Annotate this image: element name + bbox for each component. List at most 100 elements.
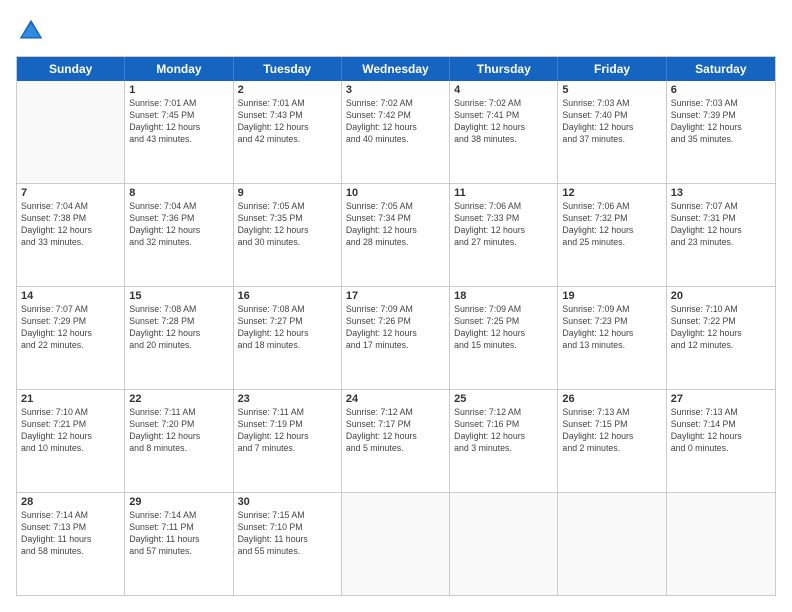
cal-row: 28Sunrise: 7:14 AM Sunset: 7:13 PM Dayli… bbox=[17, 492, 775, 595]
calendar-body: 1Sunrise: 7:01 AM Sunset: 7:45 PM Daylig… bbox=[17, 81, 775, 595]
cal-row: 21 Sunrise: 7:10 AM Sunset: 7:21 PM Dayli… bbox=[17, 389, 775, 492]
day-info: Sunrise: 7:10 AM Sunset: 7:21 PM Dayligh… bbox=[21, 407, 120, 455]
day-number: 15 bbox=[129, 290, 228, 302]
day-info: Sunrise: 7:09 AM Sunset: 7:26 PM Dayligh… bbox=[346, 304, 445, 352]
cal-cell: 30 Sunrise: 7:15 AM Sunset: 7:10 PM Dayli… bbox=[234, 493, 342, 595]
cal-cell: 23 Sunrise: 7:11 AM Sunset: 7:19 PM Dayli… bbox=[234, 390, 342, 492]
cal-cell: 10Sunrise: 7:05 AM Sunset: 7:34 PM Dayli… bbox=[342, 184, 450, 286]
cal-cell bbox=[558, 493, 666, 595]
cal-row: 14 Sunrise: 7:07 AM Sunset: 7:29 PM Dayli… bbox=[17, 286, 775, 389]
day-number: 13 bbox=[671, 187, 771, 199]
cal-cell: 21 Sunrise: 7:10 AM Sunset: 7:21 PM Dayli… bbox=[17, 390, 125, 492]
day-number: 21 bbox=[21, 393, 120, 405]
cal-cell: 11 Sunrise: 7:06 AM Sunset: 7:33 PM Dayli… bbox=[450, 184, 558, 286]
cal-cell: 27Sunrise: 7:13 AM Sunset: 7:14 PM Dayli… bbox=[667, 390, 775, 492]
calendar-header: SundayMondayTuesdayWednesdayThursdayFrid… bbox=[17, 57, 775, 81]
cal-cell: 22Sunrise: 7:11 AM Sunset: 7:20 PM Dayli… bbox=[125, 390, 233, 492]
day-info: Sunrise: 7:08 AM Sunset: 7:28 PM Dayligh… bbox=[129, 304, 228, 352]
day-info: Sunrise: 7:12 AM Sunset: 7:17 PM Dayligh… bbox=[346, 407, 445, 455]
day-info: Sunrise: 7:12 AM Sunset: 7:16 PM Dayligh… bbox=[454, 407, 553, 455]
day-number: 3 bbox=[346, 84, 445, 96]
day-number: 25 bbox=[454, 393, 553, 405]
cal-cell: 7 Sunrise: 7:04 AM Sunset: 7:38 PM Daylig… bbox=[17, 184, 125, 286]
cal-cell: 29 Sunrise: 7:14 AM Sunset: 7:11 PM Dayli… bbox=[125, 493, 233, 595]
cal-row: 7 Sunrise: 7:04 AM Sunset: 7:38 PM Daylig… bbox=[17, 183, 775, 286]
cal-header-cell: Saturday bbox=[667, 57, 775, 81]
day-number: 17 bbox=[346, 290, 445, 302]
logo-icon bbox=[16, 16, 46, 46]
day-info: Sunrise: 7:04 AM Sunset: 7:38 PM Dayligh… bbox=[21, 201, 120, 249]
cal-cell bbox=[450, 493, 558, 595]
cal-cell: 26Sunrise: 7:13 AM Sunset: 7:15 PM Dayli… bbox=[558, 390, 666, 492]
cal-cell bbox=[17, 81, 125, 183]
day-number: 20 bbox=[671, 290, 771, 302]
day-info: Sunrise: 7:03 AM Sunset: 7:40 PM Dayligh… bbox=[562, 98, 661, 146]
cal-cell: 19 Sunrise: 7:09 AM Sunset: 7:23 PM Dayli… bbox=[558, 287, 666, 389]
cal-cell: 15 Sunrise: 7:08 AM Sunset: 7:28 PM Dayli… bbox=[125, 287, 233, 389]
calendar: SundayMondayTuesdayWednesdayThursdayFrid… bbox=[16, 56, 776, 596]
day-number: 29 bbox=[129, 496, 228, 508]
day-info: Sunrise: 7:14 AM Sunset: 7:11 PM Dayligh… bbox=[129, 510, 228, 558]
day-info: Sunrise: 7:02 AM Sunset: 7:41 PM Dayligh… bbox=[454, 98, 553, 146]
day-number: 6 bbox=[671, 84, 771, 96]
cal-cell: 5 Sunrise: 7:03 AM Sunset: 7:40 PM Daylig… bbox=[558, 81, 666, 183]
day-info: Sunrise: 7:08 AM Sunset: 7:27 PM Dayligh… bbox=[238, 304, 337, 352]
cal-header-cell: Friday bbox=[558, 57, 666, 81]
cal-cell: 24 Sunrise: 7:12 AM Sunset: 7:17 PM Dayli… bbox=[342, 390, 450, 492]
day-number: 10 bbox=[346, 187, 445, 199]
day-number: 5 bbox=[562, 84, 661, 96]
day-info: Sunrise: 7:03 AM Sunset: 7:39 PM Dayligh… bbox=[671, 98, 771, 146]
cal-cell: 13 Sunrise: 7:07 AM Sunset: 7:31 PM Dayli… bbox=[667, 184, 775, 286]
day-number: 2 bbox=[238, 84, 337, 96]
cal-cell: 17 Sunrise: 7:09 AM Sunset: 7:26 PM Dayli… bbox=[342, 287, 450, 389]
day-number: 18 bbox=[454, 290, 553, 302]
page: SundayMondayTuesdayWednesdayThursdayFrid… bbox=[0, 0, 792, 612]
day-number: 11 bbox=[454, 187, 553, 199]
day-number: 19 bbox=[562, 290, 661, 302]
day-number: 9 bbox=[238, 187, 337, 199]
cal-cell: 20Sunrise: 7:10 AM Sunset: 7:22 PM Dayli… bbox=[667, 287, 775, 389]
day-number: 14 bbox=[21, 290, 120, 302]
cal-cell: 4 Sunrise: 7:02 AM Sunset: 7:41 PM Daylig… bbox=[450, 81, 558, 183]
day-number: 8 bbox=[129, 187, 228, 199]
day-number: 12 bbox=[562, 187, 661, 199]
logo bbox=[16, 16, 50, 46]
day-info: Sunrise: 7:15 AM Sunset: 7:10 PM Dayligh… bbox=[238, 510, 337, 558]
cal-cell bbox=[342, 493, 450, 595]
day-number: 30 bbox=[238, 496, 337, 508]
day-number: 23 bbox=[238, 393, 337, 405]
day-info: Sunrise: 7:01 AM Sunset: 7:43 PM Dayligh… bbox=[238, 98, 337, 146]
day-number: 4 bbox=[454, 84, 553, 96]
cal-row: 1Sunrise: 7:01 AM Sunset: 7:45 PM Daylig… bbox=[17, 81, 775, 183]
day-info: Sunrise: 7:04 AM Sunset: 7:36 PM Dayligh… bbox=[129, 201, 228, 249]
day-info: Sunrise: 7:11 AM Sunset: 7:19 PM Dayligh… bbox=[238, 407, 337, 455]
header bbox=[16, 16, 776, 46]
cal-cell: 2 Sunrise: 7:01 AM Sunset: 7:43 PM Daylig… bbox=[234, 81, 342, 183]
day-info: Sunrise: 7:09 AM Sunset: 7:25 PM Dayligh… bbox=[454, 304, 553, 352]
cal-cell: 16 Sunrise: 7:08 AM Sunset: 7:27 PM Dayli… bbox=[234, 287, 342, 389]
day-number: 24 bbox=[346, 393, 445, 405]
cal-header-cell: Sunday bbox=[17, 57, 125, 81]
cal-cell: 1Sunrise: 7:01 AM Sunset: 7:45 PM Daylig… bbox=[125, 81, 233, 183]
cal-header-cell: Wednesday bbox=[342, 57, 450, 81]
day-number: 28 bbox=[21, 496, 120, 508]
day-info: Sunrise: 7:09 AM Sunset: 7:23 PM Dayligh… bbox=[562, 304, 661, 352]
cal-cell: 14 Sunrise: 7:07 AM Sunset: 7:29 PM Dayli… bbox=[17, 287, 125, 389]
day-info: Sunrise: 7:06 AM Sunset: 7:33 PM Dayligh… bbox=[454, 201, 553, 249]
cal-cell: 9 Sunrise: 7:05 AM Sunset: 7:35 PM Daylig… bbox=[234, 184, 342, 286]
cal-cell: 3 Sunrise: 7:02 AM Sunset: 7:42 PM Daylig… bbox=[342, 81, 450, 183]
day-info: Sunrise: 7:05 AM Sunset: 7:35 PM Dayligh… bbox=[238, 201, 337, 249]
day-info: Sunrise: 7:01 AM Sunset: 7:45 PM Dayligh… bbox=[129, 98, 228, 146]
day-number: 22 bbox=[129, 393, 228, 405]
day-info: Sunrise: 7:06 AM Sunset: 7:32 PM Dayligh… bbox=[562, 201, 661, 249]
day-number: 7 bbox=[21, 187, 120, 199]
day-info: Sunrise: 7:07 AM Sunset: 7:29 PM Dayligh… bbox=[21, 304, 120, 352]
cal-cell: 8 Sunrise: 7:04 AM Sunset: 7:36 PM Daylig… bbox=[125, 184, 233, 286]
cal-cell bbox=[667, 493, 775, 595]
day-info: Sunrise: 7:02 AM Sunset: 7:42 PM Dayligh… bbox=[346, 98, 445, 146]
day-info: Sunrise: 7:13 AM Sunset: 7:15 PM Dayligh… bbox=[562, 407, 661, 455]
day-number: 16 bbox=[238, 290, 337, 302]
day-info: Sunrise: 7:13 AM Sunset: 7:14 PM Dayligh… bbox=[671, 407, 771, 455]
day-info: Sunrise: 7:07 AM Sunset: 7:31 PM Dayligh… bbox=[671, 201, 771, 249]
cal-cell: 25 Sunrise: 7:12 AM Sunset: 7:16 PM Dayli… bbox=[450, 390, 558, 492]
